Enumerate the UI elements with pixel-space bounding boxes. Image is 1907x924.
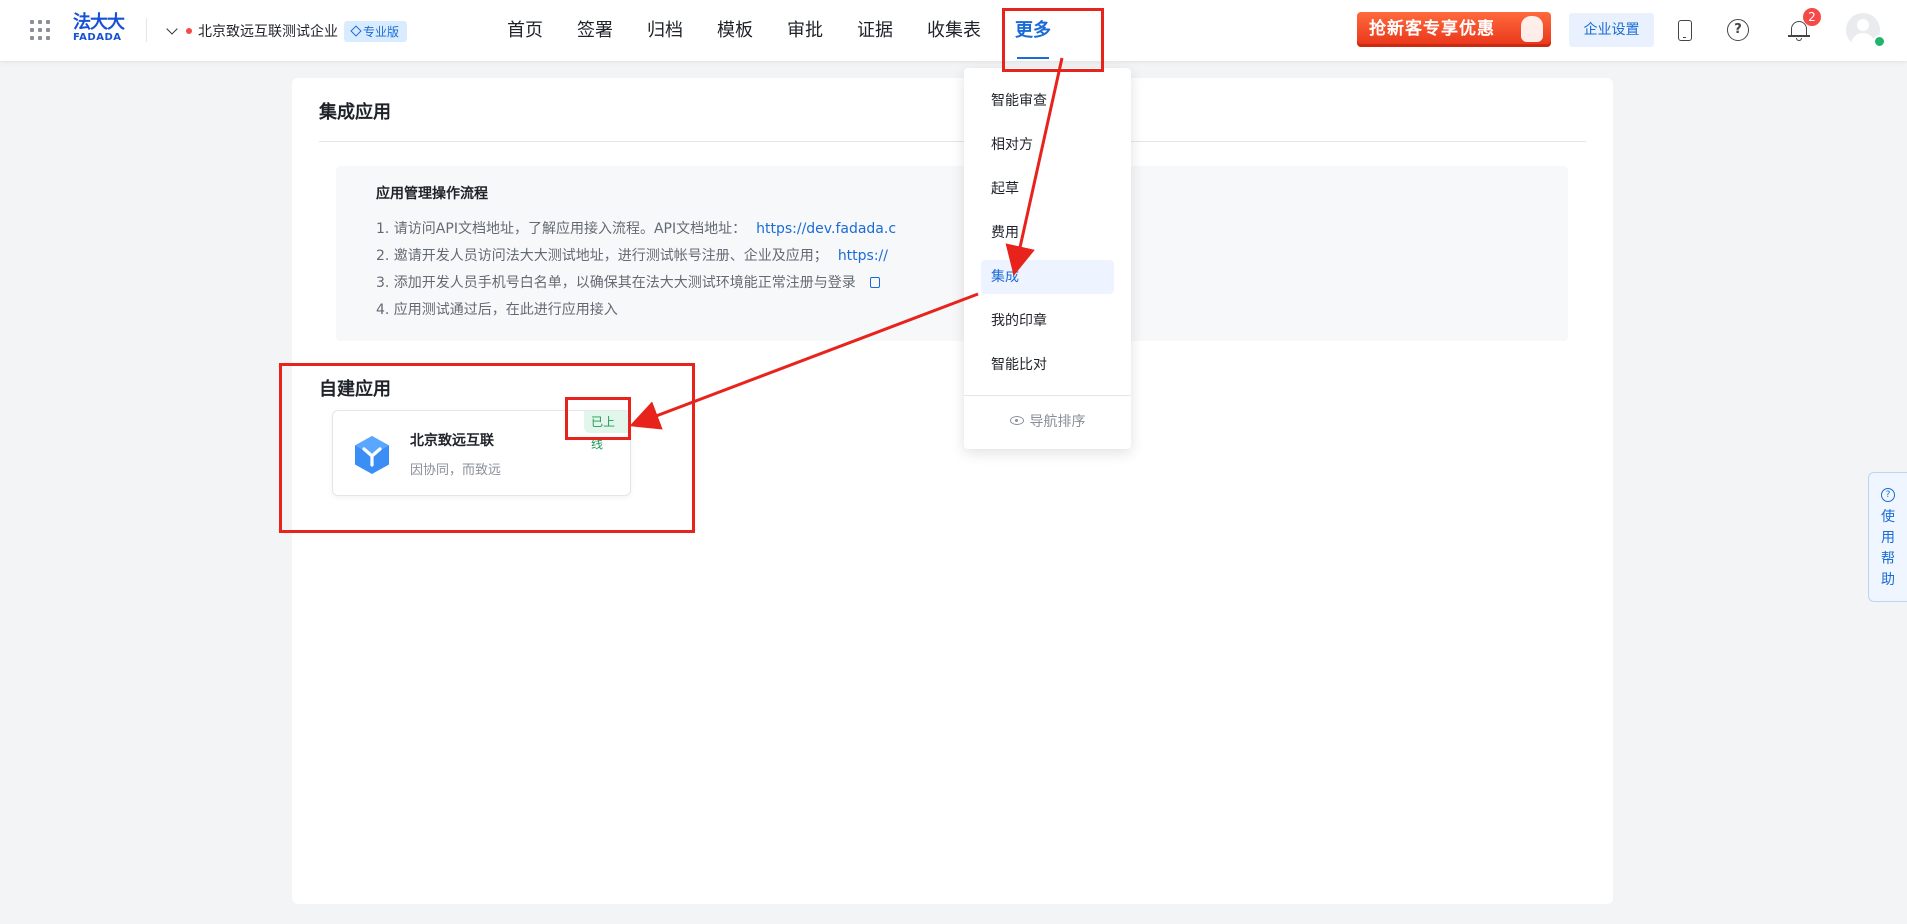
menu-item-drafting[interactable]: 起草	[981, 172, 1114, 206]
menu-item-smart-compare[interactable]: 智能比对	[981, 348, 1114, 382]
header-divider	[146, 18, 147, 42]
menu-item-counterparty[interactable]: 相对方	[981, 128, 1114, 162]
main-panel: 集成应用 应用管理操作流程 1. 请访问API文档地址，了解应用接入流程。API…	[292, 78, 1613, 904]
dropdown-list: 智能审查 相对方 起草 费用 集成 我的印章 智能比对	[964, 84, 1131, 392]
app-grid-icon[interactable]	[30, 20, 50, 40]
status-badge: 已上线	[584, 411, 630, 451]
app-logo-icon	[355, 436, 389, 474]
app-card[interactable]: 北京致远互联 因协同，而致远 已上线	[332, 410, 631, 496]
fadada-logo[interactable]: 法大大 FADADA	[73, 14, 129, 46]
menu-item-integration[interactable]: 集成	[981, 260, 1114, 294]
app-name: 北京致远互联	[410, 433, 494, 449]
guide-step: 1. 请访问API文档地址，了解应用接入流程。API文档地址： https://d…	[376, 221, 897, 237]
test-site-link[interactable]: https://	[838, 248, 888, 264]
menu-item-smart-review[interactable]: 智能审查	[981, 84, 1114, 118]
chevron-down-icon	[166, 23, 178, 35]
menu-item-billing[interactable]: 费用	[981, 216, 1114, 250]
nav-evidence[interactable]: 证据	[857, 0, 893, 61]
app-description: 因协同，而致远	[410, 463, 502, 478]
nav-sort-button[interactable]: 导航排序	[964, 411, 1131, 431]
promo-banner[interactable]: 抢新客专享优惠	[1357, 12, 1551, 47]
whitelist-link-icon[interactable]	[869, 277, 880, 288]
diamond-icon	[350, 25, 362, 37]
company-switcher[interactable]: 北京致远互联测试企业 专业版	[166, 19, 408, 43]
promo-label: 抢新客专享优惠	[1369, 19, 1495, 39]
notification-badge: 2	[1803, 8, 1821, 26]
menu-divider	[964, 395, 1131, 396]
status-dot	[186, 28, 192, 34]
plan-badge: 专业版	[344, 20, 408, 42]
more-dropdown-menu: 智能审查 相对方 起草 费用 集成 我的印章 智能比对 导航排序	[964, 68, 1131, 449]
nav-approval[interactable]: 审批	[787, 0, 823, 61]
nav-more[interactable]: 更多	[1015, 0, 1051, 61]
enterprise-settings-button[interactable]: 企业设置	[1569, 13, 1654, 47]
nav-collection-form[interactable]: 收集表	[927, 0, 981, 61]
nav-template[interactable]: 模板	[717, 0, 753, 61]
help-icon[interactable]: ?	[1727, 19, 1749, 41]
operation-guide: 应用管理操作流程 1. 请访问API文档地址，了解应用接入流程。API文档地址：…	[336, 166, 1568, 341]
nav-sign[interactable]: 签署	[577, 0, 613, 61]
guide-title: 应用管理操作流程	[376, 186, 488, 202]
guide-step: 3. 添加开发人员手机号白名单，以确保其在法大大测试环境能正常注册与登录	[376, 270, 896, 297]
api-doc-link[interactable]: https://dev.fadada.c	[756, 221, 896, 237]
title-divider	[319, 141, 1586, 142]
help-side-tab[interactable]: ? 使用帮助	[1868, 472, 1907, 602]
self-built-apps-title: 自建应用	[319, 379, 391, 400]
eye-icon	[1009, 416, 1024, 425]
page-title: 集成应用	[319, 102, 391, 123]
guide-step: 2. 邀请开发人员访问法大大测试地址，进行测试帐号注册、企业及应用； https:…	[376, 248, 888, 264]
top-navigation-bar: 法大大 FADADA 北京致远互联测试企业 专业版 首页 签署 归档 模板 审批…	[0, 0, 1907, 61]
menu-item-my-seals[interactable]: 我的印章	[981, 304, 1114, 338]
guide-step: 4. 应用测试通过后，在此进行应用接入	[376, 302, 618, 318]
verified-icon	[1873, 35, 1886, 48]
company-name: 北京致远互联测试企业	[198, 24, 338, 40]
main-nav: 首页 签署 归档 模板 审批 证据 收集表 更多	[507, 0, 1085, 61]
pointing-hand-icon	[1521, 16, 1543, 42]
nav-archive[interactable]: 归档	[647, 0, 683, 61]
mobile-icon[interactable]	[1678, 20, 1692, 41]
plan-badge-label: 专业版	[363, 24, 400, 39]
nav-home[interactable]: 首页	[507, 0, 543, 61]
guide-steps: 1. 请访问API文档地址，了解应用接入流程。API文档地址： https://d…	[376, 216, 896, 324]
question-icon: ?	[1881, 488, 1895, 502]
help-tab-label: 使用帮助	[1881, 509, 1895, 588]
